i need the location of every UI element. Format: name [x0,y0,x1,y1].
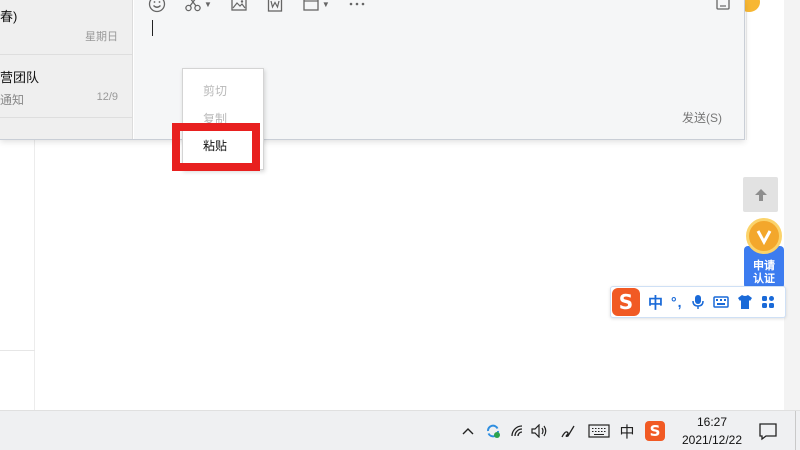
context-menu-cut[interactable]: 剪切 [183,78,263,104]
screenshot-icon [303,0,319,11]
microphone-icon [691,295,704,309]
background-divider [0,350,35,351]
paste-highlight-box [172,123,260,171]
action-center-button[interactable] [756,419,780,443]
screenshot-cut-button[interactable]: ▼ [184,0,212,13]
ime-punctuation-toggle[interactable]: °, [671,294,683,310]
image-icon [231,0,247,11]
editor-toolbar: ▼ ▼ [148,0,384,14]
conversation-name: 春) [0,9,18,24]
emoji-icon [148,0,166,13]
grid-apps-icon [761,296,774,308]
ime-indicator-label: 中 [619,423,635,441]
history-icon [716,0,730,10]
sogou-tray-button[interactable]: S [643,411,667,450]
v-badge-icon [746,218,782,254]
scissors-icon [185,0,201,12]
notification-icon [759,423,777,441]
background-scrollbar[interactable] [784,0,800,410]
ime-toolbar: S 中 °, [610,286,786,318]
image-button[interactable] [230,0,248,13]
tshirt-icon [737,295,752,309]
keyboard-icon [712,296,729,308]
conversation-name: 营团队 [0,70,40,85]
clock-time: 16:27 [696,415,728,429]
scroll-to-top-button[interactable] [743,177,778,212]
pen-icon [561,425,575,438]
conversation-item[interactable]: 营团队 通知 12/9 [0,56,132,118]
wifi-icon [511,425,523,437]
conversation-time: 12/9 [96,91,118,103]
network-tray-button[interactable] [508,411,528,450]
chevron-up-icon [462,428,474,435]
background-divider-right [746,0,747,140]
pen-tray-button[interactable] [556,411,580,450]
apply-certification-badge[interactable]: 申请 认证 [744,218,784,292]
arrow-up-icon [754,188,767,201]
show-desktop-button[interactable] [795,411,800,450]
word-doc-icon [267,0,283,12]
show-hidden-icons-button[interactable] [458,411,478,450]
microphone-button[interactable] [691,294,705,310]
volume-tray-button[interactable] [530,411,550,450]
sync-tray-button[interactable] [482,411,504,450]
taskbar-clock[interactable]: 16:27 2021/12/22 [672,414,752,448]
sogou-logo-icon[interactable]: S [612,288,640,316]
message-history-button[interactable] [714,0,732,17]
soft-keyboard-button[interactable] [712,295,729,309]
sogou-logo-icon: S [645,421,665,441]
taskbar: 中 S 16:27 2021/12/22 [0,410,800,450]
conversation-list: 春) 星期日 营团队 通知 12/9 [0,0,133,139]
chevron-down-icon: ▼ [321,0,330,9]
chat-window: 春) 星期日 营团队 通知 12/9 ▼ ▼ 发送(S) [0,0,745,140]
speaker-icon [531,424,547,438]
ime-indicator[interactable]: 中 [616,411,638,450]
more-icon [349,2,365,6]
sync-icon [487,424,500,438]
conversation-time: 星期日 [85,31,118,43]
window-screenshot-button[interactable]: ▼ [302,0,330,13]
touch-keyboard-button[interactable] [586,411,612,450]
background-left-column [0,140,35,410]
emoji-button[interactable] [148,0,166,13]
conversation-item[interactable]: 春) 星期日 [0,0,132,55]
text-cursor [152,20,153,36]
chevron-down-icon: ▼ [204,0,212,9]
ime-mode-toggle[interactable]: 中 [648,292,663,313]
toolbox-button[interactable] [761,295,775,309]
keyboard-icon [588,424,610,438]
clock-date: 2021/12/22 [681,433,743,447]
word-file-button[interactable] [266,0,284,13]
more-button[interactable] [348,0,366,13]
conversation-preview: 通知 [0,93,25,107]
skin-button[interactable] [737,294,753,310]
send-button[interactable]: 发送(S) [682,109,722,126]
